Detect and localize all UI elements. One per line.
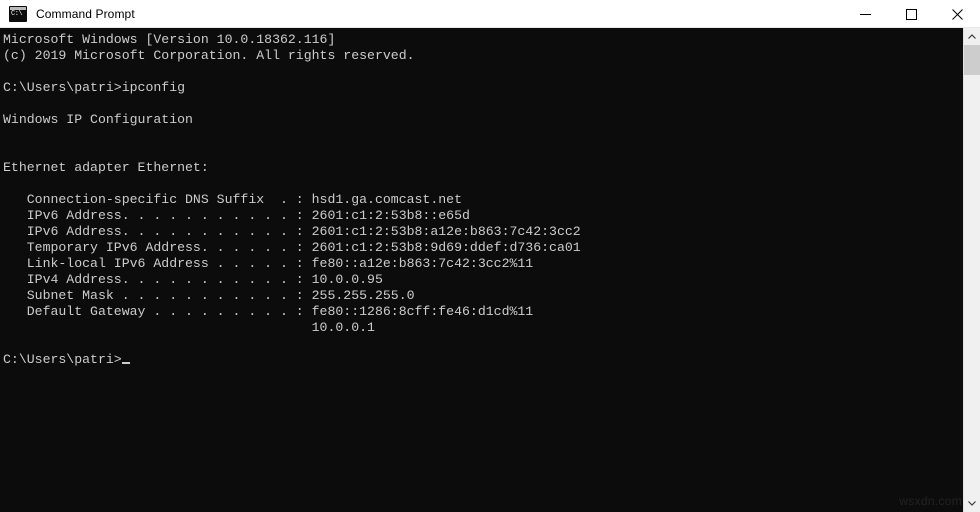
console-prompt-line: C:\Users\patri>	[3, 352, 963, 368]
console-output-area[interactable]: Microsoft Windows [Version 10.0.18362.11…	[0, 28, 963, 512]
console-icon: C:\	[9, 5, 27, 22]
console-line-temporary-ipv6-address: Temporary IPv6 Address. . . . . . : 2601…	[3, 240, 581, 255]
console-line-ipv4-address: IPv4 Address. . . . . . . . . . . : 10.0…	[3, 272, 383, 287]
console-line-subnet-mask: Subnet Mask . . . . . . . . . . . : 255.…	[3, 288, 415, 303]
console-line-default-gateway: Default Gateway . . . . . . . . . : fe80…	[3, 304, 534, 319]
maximize-button[interactable]	[888, 0, 934, 28]
console-line-command: C:\Users\patri>ipconfig	[3, 80, 186, 95]
scroll-up-arrow-icon	[968, 34, 976, 39]
console-line-dns-suffix: Connection-specific DNS Suffix . : hsd1.…	[3, 192, 462, 207]
console-prompt: C:\Users\patri>	[3, 352, 122, 367]
close-icon	[951, 8, 963, 20]
console-line-link-local-ipv6-address: Link-local IPv6 Address . . . . . : fe80…	[3, 256, 534, 271]
console-line-ipv6-address: IPv6 Address. . . . . . . . . . . : 2601…	[3, 208, 470, 223]
scroll-down-button[interactable]	[964, 495, 980, 512]
title-bar[interactable]: C:\ Command Prompt	[0, 0, 980, 28]
console-scrollbar[interactable]	[963, 28, 980, 512]
watermark: wsxdn.com	[899, 494, 962, 508]
console-line: (c) 2019 Microsoft Corporation. All righ…	[3, 48, 415, 63]
window-controls	[842, 0, 980, 28]
window-title: Command Prompt	[36, 6, 135, 21]
console-icon-glyph: C:\	[11, 9, 23, 18]
console-line: Microsoft Windows [Version 10.0.18362.11…	[3, 32, 336, 47]
close-button[interactable]	[934, 0, 980, 28]
maximize-icon	[905, 8, 917, 20]
scroll-thumb[interactable]	[964, 45, 980, 75]
console-line-adapter-header: Ethernet adapter Ethernet:	[3, 160, 209, 175]
command-prompt-window: C:\ Command Prompt Microsoft Windows [Ve…	[0, 0, 980, 512]
console-line-ipv6-address: IPv6 Address. . . . . . . . . . . : 2601…	[3, 224, 581, 239]
scroll-up-button[interactable]	[964, 28, 980, 45]
minimize-button[interactable]	[842, 0, 888, 28]
console-line-section-header: Windows IP Configuration	[3, 112, 193, 127]
minimize-icon	[859, 13, 871, 15]
console-line-default-gateway-secondary: 10.0.0.1	[3, 320, 375, 335]
text-cursor	[121, 362, 130, 364]
scroll-down-arrow-icon	[968, 501, 976, 506]
